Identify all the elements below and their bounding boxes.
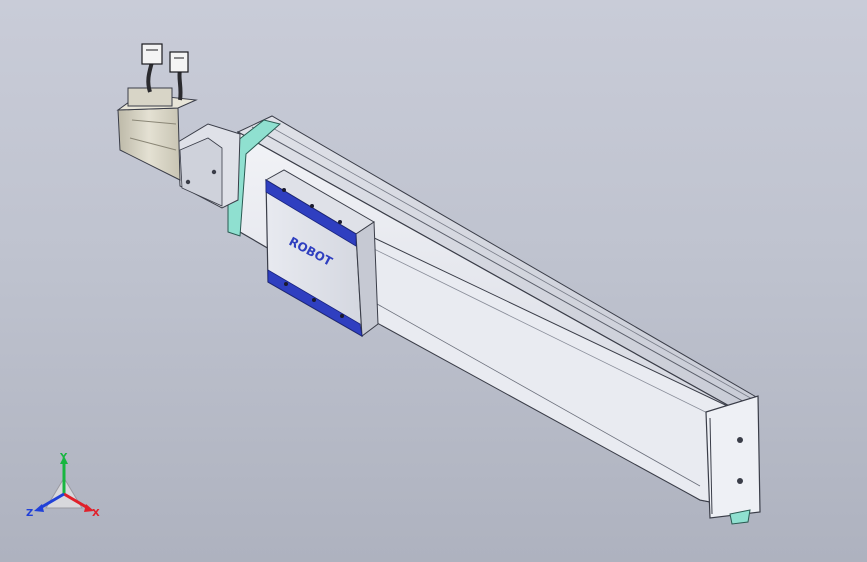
x-axis-label: X (92, 508, 100, 519)
y-axis-label: Y (59, 452, 68, 463)
orientation-triad[interactable]: Y X Z (26, 450, 106, 530)
coupling-housing (177, 123, 241, 209)
cad-viewport[interactable]: ROBOT Y X Z (0, 0, 867, 562)
z-axis-label: Z (26, 508, 33, 519)
actuator-3d-model[interactable]: ROBOT (0, 0, 867, 562)
actuator-end-cap (705, 395, 761, 525)
